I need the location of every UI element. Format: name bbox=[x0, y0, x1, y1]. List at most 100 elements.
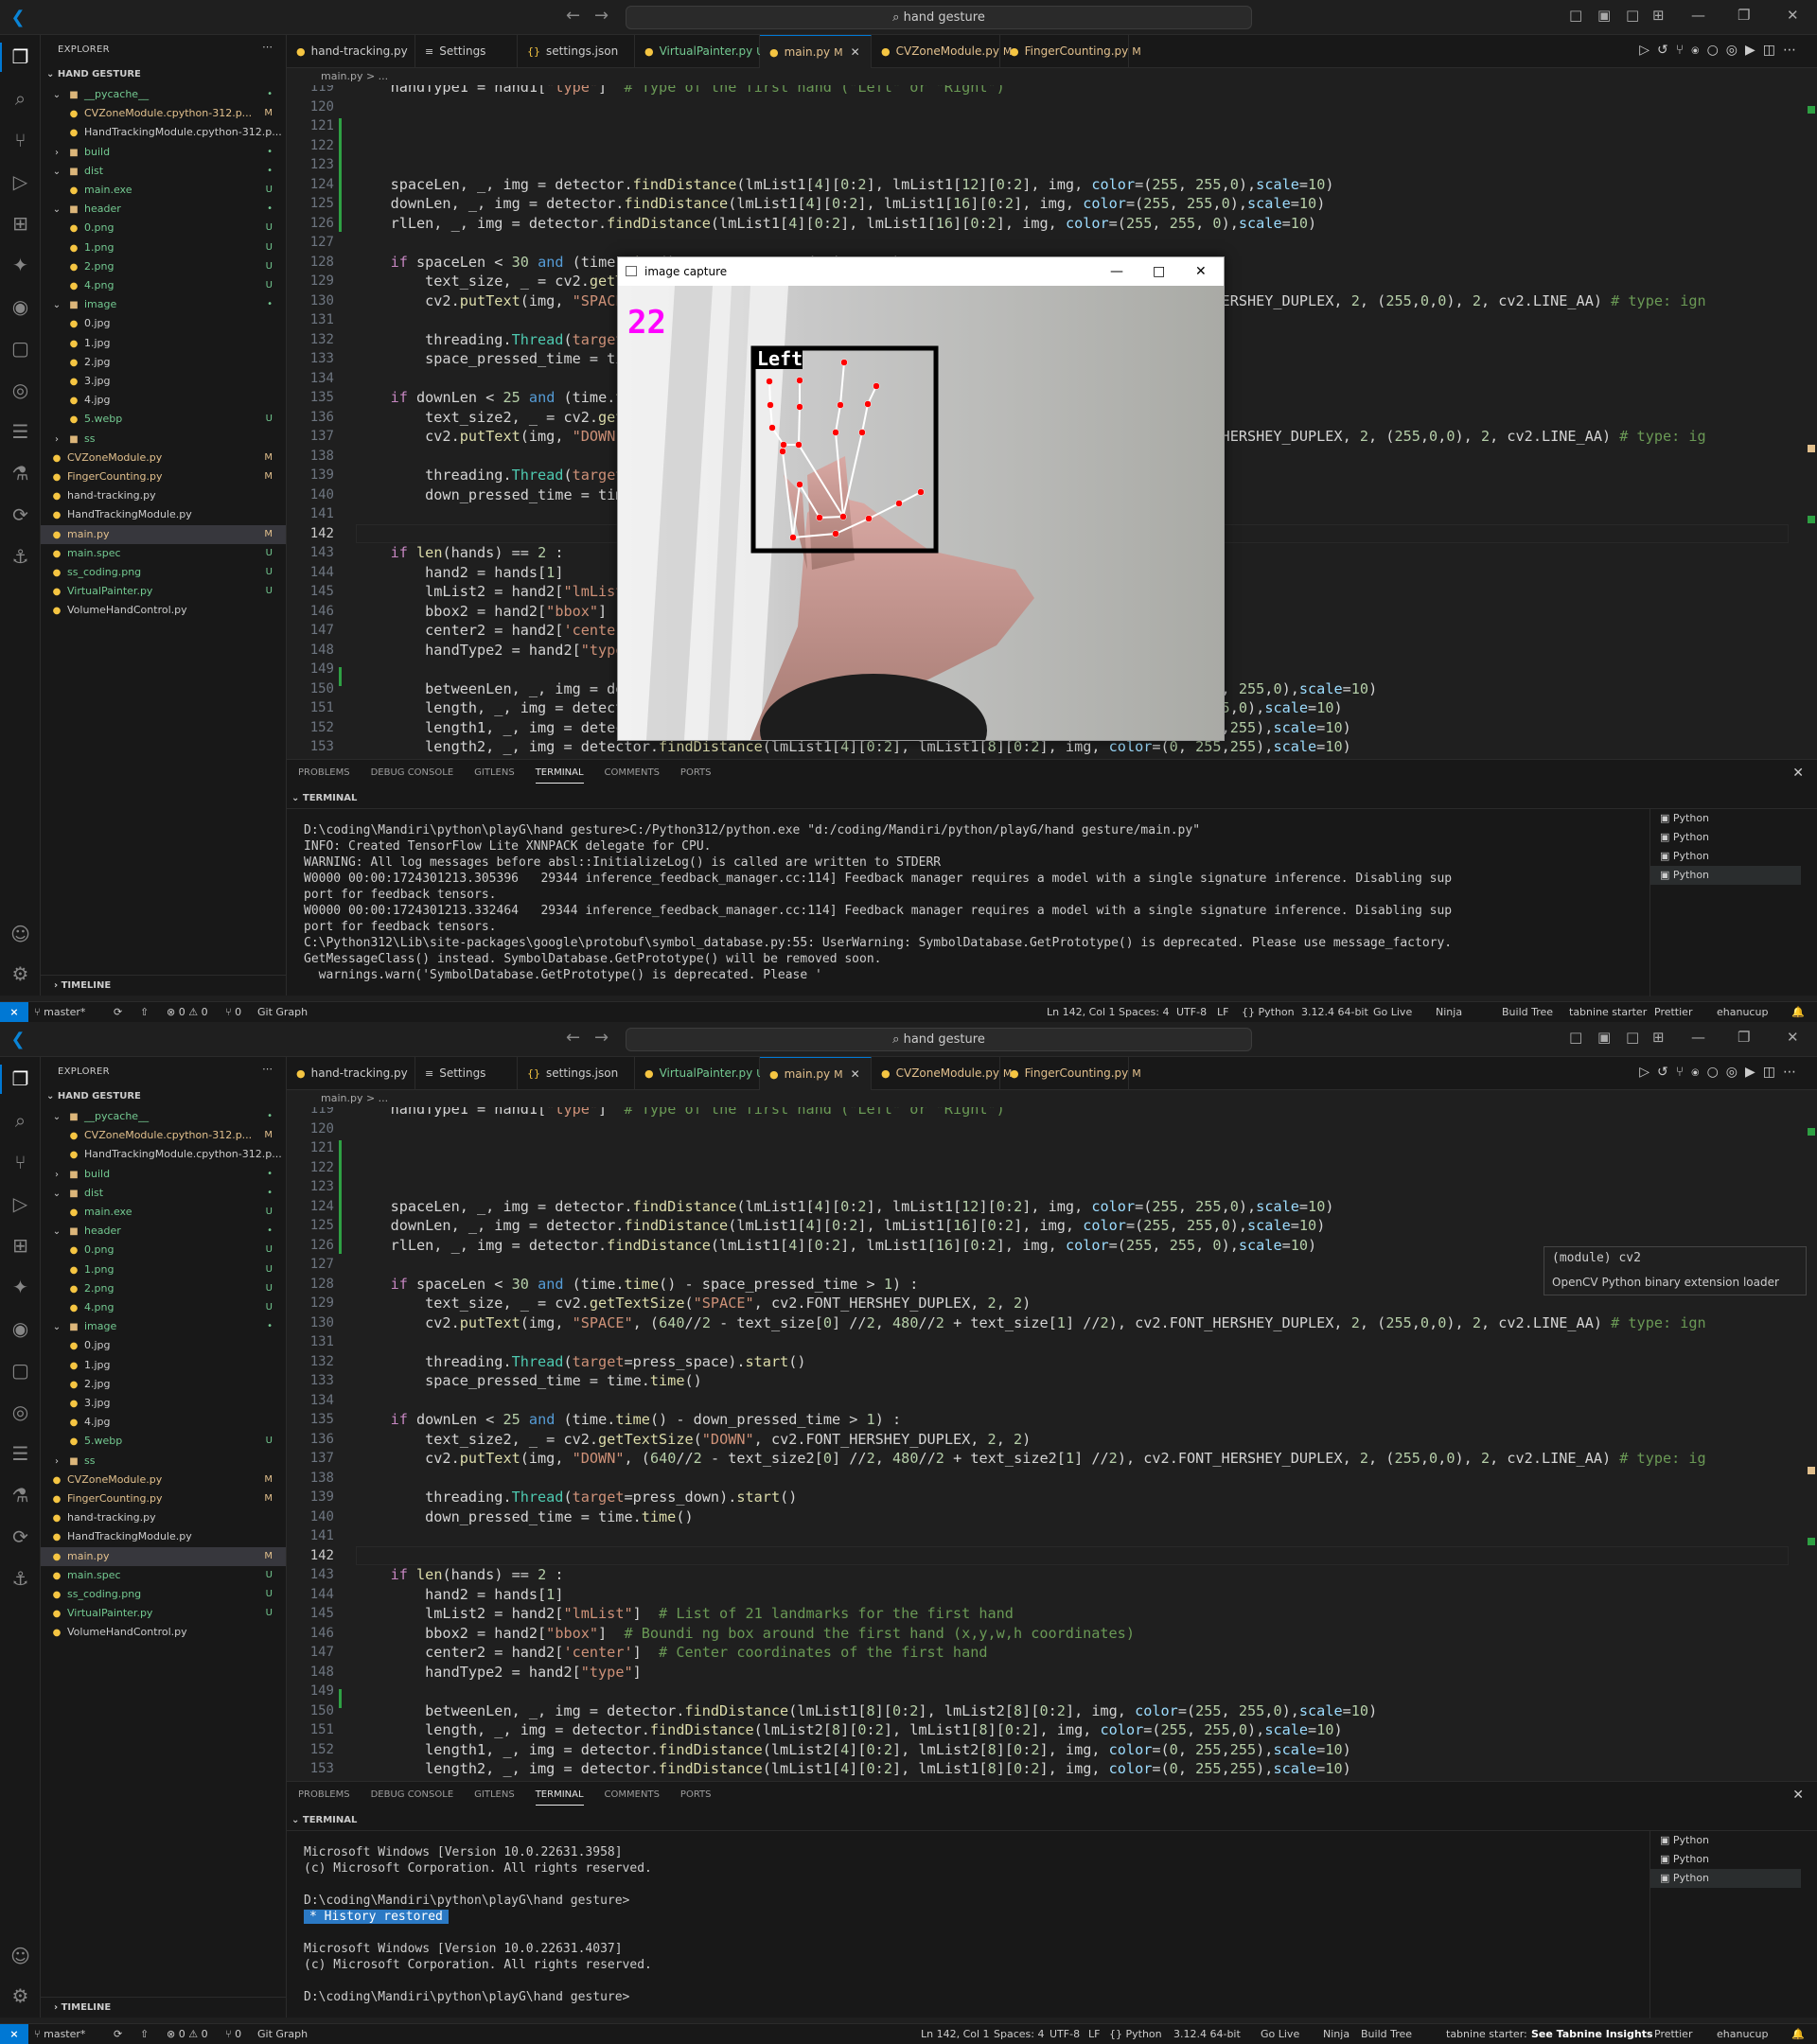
status-item[interactable]: LF bbox=[1217, 1002, 1228, 1022]
extensions-icon[interactable]: ⊞ bbox=[6, 209, 35, 238]
layout-sidebar-icon[interactable]: □ bbox=[1569, 7, 1582, 24]
tree-item[interactable]: ● 1.jpg bbox=[41, 334, 286, 353]
terminal-output[interactable]: D:\coding\Mandiri\python\playG\hand gest… bbox=[287, 809, 1649, 996]
tree-item[interactable]: ● HandTrackingModule.cpython-312.p... bbox=[41, 123, 286, 142]
status-item[interactable]: UTF-8 bbox=[1050, 2024, 1080, 2044]
tree-item[interactable]: ● 4.png U bbox=[41, 276, 286, 295]
layout-panel-icon[interactable]: ▣ bbox=[1597, 7, 1611, 24]
status-item[interactable]: 3.12.4 64-bit bbox=[1173, 2024, 1241, 2044]
sync-icon[interactable]: ⟳ bbox=[114, 1002, 122, 1022]
github-icon[interactable]: ◎ bbox=[6, 1398, 35, 1427]
tree-item[interactable]: ● 0.png U bbox=[41, 1241, 286, 1260]
restore-icon[interactable]: ❐ bbox=[1738, 1029, 1750, 1046]
minimize-icon[interactable]: — bbox=[1691, 7, 1705, 24]
tree-item[interactable]: ● 5.webp U bbox=[41, 410, 286, 429]
panel-tab[interactable]: TERMINAL bbox=[535, 1789, 584, 1806]
tree-item[interactable]: ● 1.png U bbox=[41, 1260, 286, 1279]
tab-virtualpainter-py[interactable]: ●VirtualPainter.pyU bbox=[635, 1057, 764, 1090]
status-item[interactable]: Ln 142, Col 1 bbox=[921, 2024, 990, 2044]
panel-tab[interactable]: COMMENTS bbox=[605, 1789, 660, 1800]
tree-item[interactable]: ● 3.jpg bbox=[41, 372, 286, 391]
source-control-icon[interactable]: ⑂ bbox=[6, 126, 35, 155]
layout-secondary-icon[interactable]: □ bbox=[1626, 7, 1639, 24]
tree-item[interactable]: › ■ ss bbox=[41, 1452, 286, 1471]
tab-main-py[interactable]: ● main.py M ✕ bbox=[760, 35, 872, 68]
status-item[interactable]: UTF-8 bbox=[1176, 1002, 1207, 1022]
git-graph-button[interactable]: Git Graph bbox=[257, 2024, 308, 2044]
problems-status[interactable]: ⊗ 0 ⚠ 0 bbox=[167, 2024, 208, 2044]
back-arrow-icon[interactable]: ← bbox=[566, 6, 580, 26]
panel-tab[interactable]: PORTS bbox=[680, 1789, 712, 1800]
panel-tab[interactable]: COMMENTS bbox=[605, 767, 660, 778]
tree-item[interactable]: ● 0.jpg bbox=[41, 314, 286, 333]
tab-virtualpainter-py[interactable]: ●VirtualPainter.pyU bbox=[635, 35, 764, 68]
restore-icon[interactable]: ❐ bbox=[1738, 7, 1750, 24]
close-panel-icon[interactable]: ✕ bbox=[1792, 1788, 1804, 1803]
publish-icon[interactable]: ⇧ bbox=[140, 1002, 149, 1022]
tree-item[interactable]: ● main.spec U bbox=[41, 544, 286, 563]
status-item[interactable]: tabnine starter: bbox=[1446, 2024, 1527, 2044]
docker-icon[interactable]: ⚓ bbox=[6, 542, 35, 572]
layout-panel-icon[interactable]: ▣ bbox=[1597, 1029, 1611, 1046]
code-editor[interactable]: 119 120 121 122 123 124 125 126 127 128 129 130 131 1… bbox=[287, 1107, 1817, 1781]
panel-tab[interactable]: DEBUG CONSOLE bbox=[371, 767, 454, 778]
tree-item[interactable]: ⌄ ■ header • bbox=[41, 200, 286, 219]
tabnine-icon[interactable]: ✦ bbox=[6, 1273, 35, 1302]
tree-item[interactable]: ● 4.png U bbox=[41, 1298, 286, 1317]
tree-item[interactable]: ● HandTrackingModule.py bbox=[41, 505, 286, 524]
extensions-icon[interactable]: ⊞ bbox=[6, 1231, 35, 1260]
status-item[interactable]: tabnine starter bbox=[1569, 1002, 1647, 1022]
remote-indicator-icon[interactable]: ⨯ bbox=[0, 1002, 28, 1022]
close-panel-icon[interactable]: ✕ bbox=[1792, 766, 1804, 781]
forward-arrow-icon[interactable]: → bbox=[594, 6, 609, 26]
tabnine-icon[interactable]: ✦ bbox=[6, 251, 35, 280]
explorer-icon[interactable]: ❐ bbox=[0, 1065, 35, 1094]
tree-item[interactable]: ⌄ ■ dist • bbox=[41, 162, 286, 181]
status-item[interactable]: {} Python bbox=[1109, 2024, 1162, 2044]
customize-layout-icon[interactable]: ⊞ bbox=[1652, 1029, 1665, 1046]
tree-item[interactable]: ● main.exe U bbox=[41, 181, 286, 200]
panel-tab[interactable]: GITLENS bbox=[474, 767, 515, 778]
terminal-instance[interactable]: ▣ Python bbox=[1650, 1869, 1801, 1888]
tree-item[interactable]: ● HandTrackingModule.py bbox=[41, 1527, 286, 1546]
tab-cvzonemodule-py[interactable]: ● CVZoneModule.py M bbox=[872, 1057, 1012, 1090]
gitlens-icon[interactable]: ◉ bbox=[6, 292, 35, 322]
tree-item[interactable]: ● ss_coding.png U bbox=[41, 563, 286, 582]
tab-settings-json[interactable]: {} settings.json bbox=[518, 35, 635, 68]
terminal-instance[interactable]: ▣ Python bbox=[1650, 866, 1801, 885]
panel-tab[interactable]: TERMINAL bbox=[535, 767, 584, 784]
editor-scrollbar[interactable] bbox=[1804, 1107, 1817, 1781]
command-center-search[interactable]: ⌕ hand gesture bbox=[626, 1028, 1252, 1051]
tab-fingercounting-py[interactable]: ● FingerCounting.py M bbox=[1000, 35, 1141, 68]
status-item[interactable]: Go Live bbox=[1373, 1002, 1412, 1022]
terminal-instance[interactable]: ▣ Python bbox=[1650, 828, 1801, 847]
tree-item[interactable]: › ■ build • bbox=[41, 1165, 286, 1184]
status-item[interactable]: Go Live bbox=[1261, 2024, 1299, 2044]
github-icon[interactable]: ◎ bbox=[6, 376, 35, 405]
status-item[interactable]: Spaces: 4 bbox=[994, 2024, 1044, 2044]
tree-item[interactable]: ● main.exe U bbox=[41, 1203, 286, 1222]
maximize-icon[interactable]: □ bbox=[1153, 257, 1165, 286]
tree-item[interactable]: ⌄ ■ header • bbox=[41, 1222, 286, 1241]
tree-item[interactable]: ● CVZoneModule.cpython-312.p... M bbox=[41, 1126, 286, 1145]
tree-item[interactable]: ⌄ ■ __pycache__ • bbox=[41, 1107, 286, 1126]
tree-item[interactable]: ● 4.jpg bbox=[41, 391, 286, 410]
tree-item[interactable]: ● 2.jpg bbox=[41, 353, 286, 372]
tab-hand-tracking-py[interactable]: ● hand-tracking.py bbox=[287, 1057, 415, 1090]
tab-main-py[interactable]: ● main.py M ✕ bbox=[760, 1057, 872, 1090]
status-item[interactable]: {} Python bbox=[1242, 1002, 1295, 1022]
close-tab-icon[interactable]: ✕ bbox=[851, 45, 860, 59]
status-item[interactable]: Prettier bbox=[1654, 1002, 1692, 1022]
minimize-icon[interactable]: — bbox=[1691, 1029, 1705, 1046]
tree-item[interactable]: ● CVZoneModule.cpython-312.p... M bbox=[41, 104, 286, 123]
status-item[interactable]: Build Tree bbox=[1502, 1002, 1553, 1022]
tree-item[interactable]: ● 1.png U bbox=[41, 238, 286, 257]
problems-status[interactable]: ⊗ 0 ⚠ 0 bbox=[167, 1002, 208, 1022]
close-icon[interactable]: ✕ bbox=[1787, 1029, 1799, 1046]
tree-item[interactable]: ● 0.jpg bbox=[41, 1336, 286, 1355]
tree-item[interactable]: ⌄ ■ image • bbox=[41, 295, 286, 314]
back-arrow-icon[interactable]: ← bbox=[566, 1028, 580, 1048]
gitlens-icon[interactable]: ◉ bbox=[6, 1314, 35, 1344]
close-tab-icon[interactable]: ✕ bbox=[851, 1067, 860, 1081]
tree-item[interactable]: ● VolumeHandControl.py bbox=[41, 601, 286, 620]
